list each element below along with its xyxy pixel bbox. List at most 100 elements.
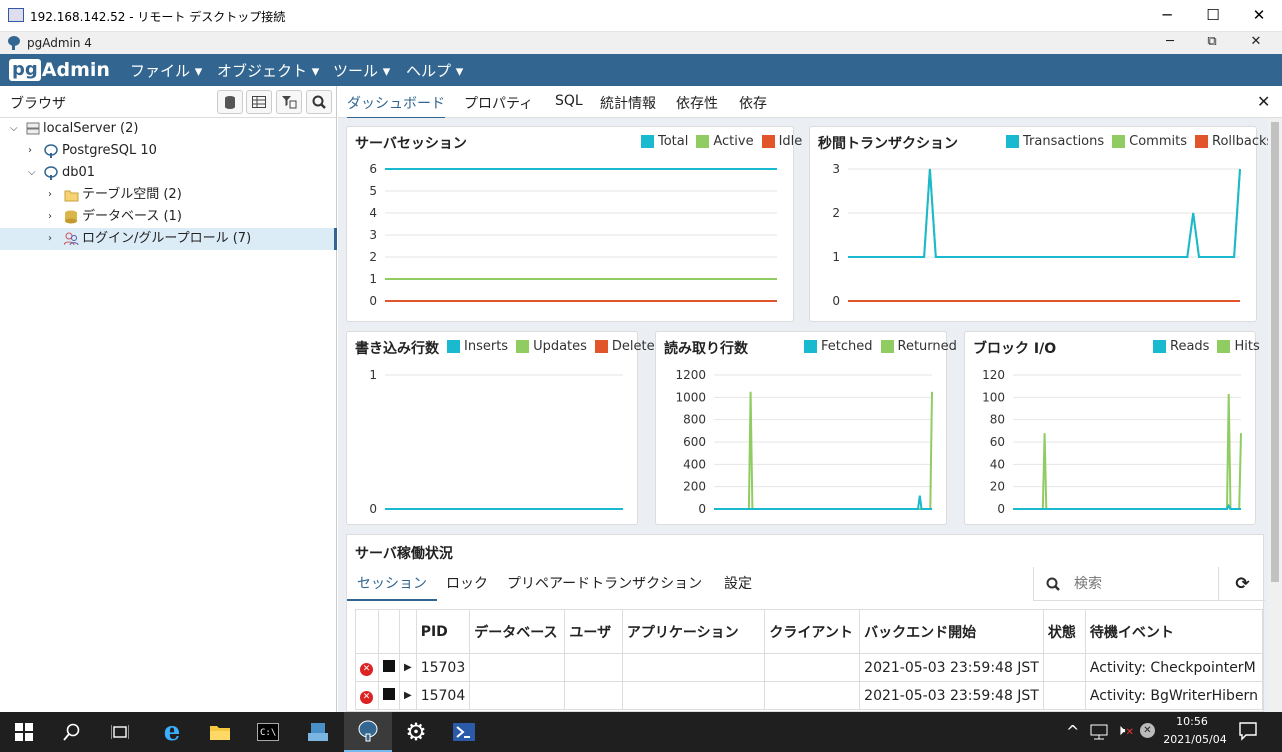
col-expand: [399, 609, 417, 654]
tab-configuration[interactable]: 設定: [724, 573, 752, 593]
col-database[interactable]: データベース: [469, 609, 566, 654]
tab-dashboard[interactable]: ダッシュボード: [347, 93, 445, 119]
tab-dependents[interactable]: 依存: [739, 93, 767, 113]
menu-file[interactable]: ファイル ▾: [130, 60, 202, 81]
clock-date[interactable]: 2021/05/04: [1162, 733, 1228, 746]
cell-state: [1042, 653, 1086, 682]
chevron-down-icon[interactable]: ⌵: [10, 118, 18, 140]
chart-title: サーバセッション: [355, 136, 467, 152]
rdp-close-button[interactable]: ✕: [1236, 0, 1282, 32]
search-input[interactable]: [1074, 571, 1214, 597]
y-tick-label: 400: [683, 457, 706, 471]
menu-help[interactable]: ヘルプ ▾: [406, 60, 463, 81]
speaker-muted-icon[interactable]: 🕨✕: [1116, 721, 1134, 739]
chevron-right-icon[interactable]: ›: [48, 206, 52, 228]
table-header-row: PID データベース ユーザ アプリケーション クライアント バックエンド開始 …: [355, 609, 1264, 654]
tree-item-tablespaces[interactable]: › テーブル空間 (2): [0, 184, 337, 206]
cell-wait-event: Activity: CheckpointerM: [1084, 653, 1264, 682]
activity-title: サーバ稼働状況: [355, 546, 453, 562]
tab-prepared-transactions[interactable]: プリペアードトランザクション: [507, 573, 702, 593]
col-user[interactable]: ユーザ: [564, 609, 623, 654]
legend-swatch: [594, 340, 608, 353]
y-tick-label: 6: [369, 162, 377, 176]
filter-rows-button[interactable]: [276, 90, 302, 114]
expand-row-icon[interactable]: ▶: [399, 681, 417, 710]
col-client[interactable]: クライアント: [764, 609, 861, 654]
expand-row-icon[interactable]: ▶: [399, 653, 417, 682]
tab-sql[interactable]: SQL: [555, 93, 583, 109]
chevron-right-icon[interactable]: ›: [28, 140, 32, 162]
col-application[interactable]: アプリケーション: [621, 609, 766, 654]
chevron-down-icon[interactable]: ⌵: [28, 162, 36, 184]
close-tab-icon[interactable]: ✕: [1257, 92, 1270, 111]
windows-start-icon[interactable]: [0, 712, 48, 752]
chevron-up-icon[interactable]: ^: [1066, 722, 1079, 741]
cancel-query-icon[interactable]: [377, 681, 400, 710]
app-close-button[interactable]: ✕: [1236, 32, 1276, 54]
tree-item-server-group[interactable]: ⌵ localServer (2): [0, 118, 337, 140]
cell-database: [469, 681, 566, 710]
tab-statistics[interactable]: 統計情報: [600, 93, 656, 113]
menubar: pg Admin ファイル ▾ オブジェクト ▾ ツール ▾ ヘルプ ▾: [0, 54, 1282, 86]
query-tool-button[interactable]: [217, 90, 243, 114]
server-manager-icon[interactable]: [294, 712, 342, 752]
y-tick-label: 1: [369, 368, 377, 382]
powershell-icon[interactable]: [440, 712, 488, 752]
terminate-session-icon[interactable]: ✕: [355, 681, 379, 710]
chevron-right-icon[interactable]: ›: [48, 184, 52, 206]
rdp-minimize-button[interactable]: ─: [1144, 0, 1190, 32]
command-prompt-icon[interactable]: C:\: [244, 712, 292, 752]
table-row: ✕ ▶ 15703 2021-05-03 23:59:48 JST Activi…: [355, 653, 1264, 682]
terminate-session-icon[interactable]: ✕: [355, 653, 379, 682]
search-icon[interactable]: [48, 712, 96, 752]
tab-dependencies[interactable]: 依存性: [676, 93, 718, 113]
tree-item-databases[interactable]: › データベース (1): [0, 206, 337, 228]
chevron-right-icon[interactable]: ›: [48, 228, 52, 250]
view-data-button[interactable]: [246, 90, 272, 114]
menu-tools[interactable]: ツール ▾: [333, 60, 390, 81]
rdp-title: 192.168.142.52 - リモート デスクトップ接続: [30, 10, 286, 24]
tree-item-postgresql-10[interactable]: › PostgreSQL 10: [0, 140, 337, 162]
chart-plot: 0 200 400 600 800 1000 1200: [675, 368, 933, 516]
server-group-icon: [26, 122, 40, 135]
chart-plot: 0 1 2 3 4 5 6: [369, 162, 777, 308]
search-objects-button[interactable]: [306, 90, 332, 114]
pgadmin-taskbar-icon[interactable]: [344, 712, 392, 752]
col-wait-event[interactable]: 待機イベント: [1084, 609, 1264, 654]
activity-search: ⟳: [1033, 567, 1265, 601]
y-tick-label: 1000: [675, 390, 706, 404]
y-tick-label: 0: [698, 502, 706, 516]
cancel-query-icon[interactable]: [377, 653, 400, 682]
y-tick-label: 0: [832, 294, 840, 308]
clock-time[interactable]: 10:56: [1162, 715, 1222, 728]
chart-legend: Fetched Returned: [804, 339, 957, 354]
internet-explorer-icon[interactable]: e: [148, 712, 196, 752]
file-explorer-icon[interactable]: [196, 712, 244, 752]
tree-item-db01[interactable]: ⌵ db01: [0, 162, 337, 184]
menu-object[interactable]: オブジェクト ▾: [217, 60, 319, 81]
tab-properties[interactable]: プロパティ: [464, 93, 533, 113]
tree-item-login-roles[interactable]: › ログイン/グループロール (7): [0, 228, 337, 250]
col-cancel: [377, 609, 400, 654]
col-state[interactable]: 状態: [1042, 609, 1086, 654]
cell-user: [564, 653, 623, 682]
rdp-maximize-button[interactable]: ☐: [1190, 0, 1236, 32]
task-view-icon[interactable]: [96, 712, 144, 752]
gear-icon[interactable]: ⚙: [392, 712, 440, 752]
col-backend-start[interactable]: バックエンド開始: [859, 609, 1044, 654]
refresh-icon[interactable]: ⟳: [1218, 567, 1266, 601]
scrollbar-thumb[interactable]: [1271, 122, 1279, 582]
network-icon[interactable]: [1090, 724, 1108, 744]
cell-wait-event: Activity: BgWriterHibern: [1084, 681, 1264, 710]
app-minimize-button[interactable]: ─: [1150, 32, 1190, 54]
tab-locks[interactable]: ロック: [446, 573, 488, 593]
col-pid[interactable]: PID: [415, 609, 471, 654]
app-restore-button[interactable]: ⧉: [1192, 32, 1232, 54]
col-terminate: [355, 609, 379, 654]
vertical-scrollbar[interactable]: [1268, 118, 1282, 712]
action-center-icon[interactable]: [1238, 721, 1258, 745]
notification-error-icon[interactable]: ✕: [1140, 723, 1155, 738]
series-line-returned: [714, 391, 933, 510]
cell-application: [621, 681, 766, 710]
tab-sessions[interactable]: セッション: [357, 573, 427, 601]
